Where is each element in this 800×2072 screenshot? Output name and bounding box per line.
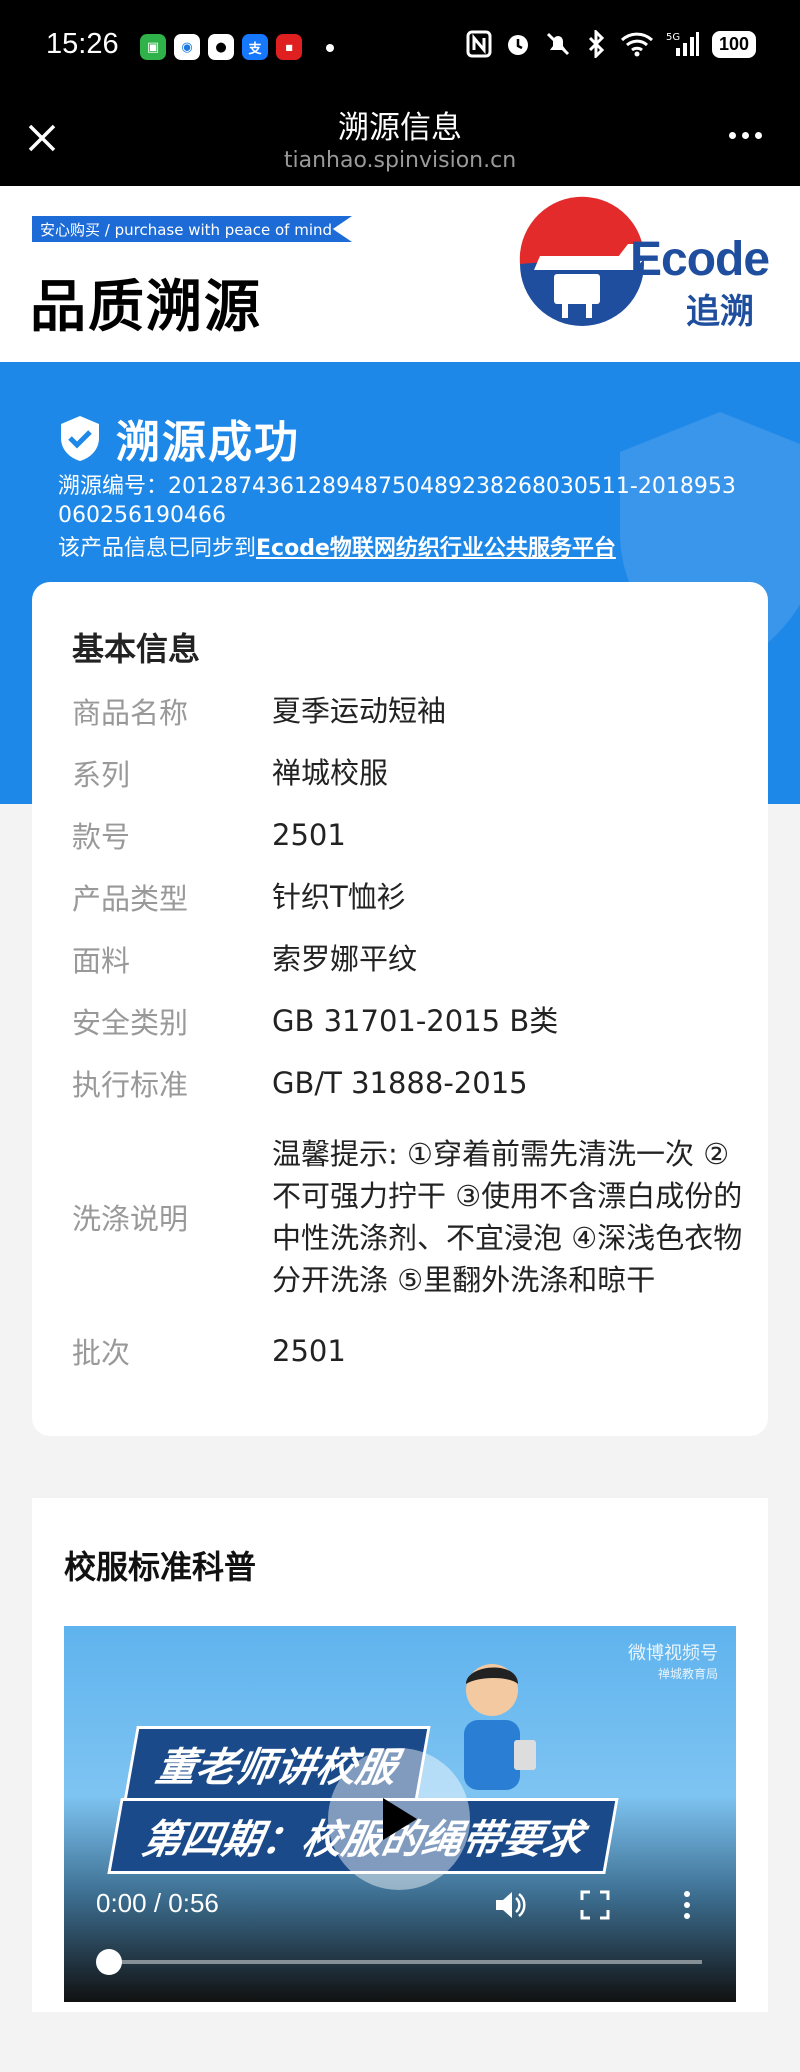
info-value: 夏季运动短袖 xyxy=(272,694,447,728)
video-more-icon[interactable] xyxy=(670,1888,704,1922)
page-url: tianhao.spinvision.cn xyxy=(283,148,517,173)
trace-number: 溯源编号：2012874361289487504892382680305​11-… xyxy=(58,472,748,530)
nfc-icon xyxy=(466,30,492,58)
science-title: 校服标准科普 xyxy=(64,1548,257,1586)
info-value: 2501 xyxy=(272,818,346,852)
play-icon xyxy=(383,1798,417,1840)
info-value: 温馨提示: ①穿着前需先清洗一次 ②不可强力拧干 ③使用不含漂白成份的中性洗涤剂… xyxy=(272,1137,743,1297)
watermark-line: 微博视频号 xyxy=(628,1643,718,1664)
page-title: 溯源信息 xyxy=(338,110,462,146)
sync-notice: 该产品信息已同步到Ecode物联网纺织行业公共服务平台 xyxy=(58,530,616,562)
svg-text:5G: 5G xyxy=(666,32,680,43)
mute-icon xyxy=(546,32,570,56)
status-bar: 15:26 ▣ ◉ ● 支 ■ 5G 100 xyxy=(0,0,800,96)
more-menu-button[interactable] xyxy=(729,132,762,139)
info-label: 安全类别 xyxy=(72,1006,189,1040)
video-watermark: 微博视频号禅城教育局 xyxy=(628,1644,718,1684)
browser-nav-bar: 溯源信息 tianhao.spinvision.cn xyxy=(0,96,800,186)
info-label: 系列 xyxy=(72,758,131,792)
info-label: 面料 xyxy=(72,944,131,978)
alarm-icon xyxy=(507,35,528,55)
ecode-logo: Ecode 追溯 xyxy=(510,186,780,336)
platform-link[interactable]: Ecode物联网纺织行业公共服务平台 xyxy=(256,536,616,561)
brand-title: 品质溯源 xyxy=(30,275,262,340)
trace-number-label: 溯源编号： xyxy=(58,474,169,499)
assurance-ribbon: 安心购买 / purchase with peace of mind xyxy=(32,216,353,242)
info-row: 安全类别 GB 31701-2015 B类 xyxy=(72,990,752,1052)
info-value: GB 31701-2015 B类 xyxy=(272,1004,559,1038)
volume-icon[interactable] xyxy=(492,1888,526,1922)
info-label: 执行标准 xyxy=(72,1068,189,1102)
basic-info-title: 基本信息 xyxy=(72,630,201,668)
wifi-icon xyxy=(620,32,653,57)
play-button[interactable] xyxy=(328,1748,470,1890)
sync-prefix: 该产品信息已同步到 xyxy=(58,536,257,561)
info-value: 禅城校服 xyxy=(272,756,389,790)
signal-icon: 5G xyxy=(666,32,699,56)
qq-icon: ● xyxy=(208,34,234,60)
info-row: 产品类型 针织T恤衫 xyxy=(72,866,752,928)
basic-info-card: 基本信息 商品名称 夏季运动短袖 系列 禅城校服 款号 2501 产品类型 针织T恤衫 … xyxy=(32,582,768,1436)
more-notifications-dot xyxy=(326,44,334,52)
info-row: 款号 2501 xyxy=(72,804,752,866)
info-value: 2501 xyxy=(272,1334,346,1368)
alipay-icon: 支 xyxy=(242,34,268,60)
info-row: 洗涤说明 温馨提示: ①穿着前需先清洗一次 ②不可强力拧干 ③使用不含漂白成份的中… xyxy=(72,1114,752,1320)
info-row: 面料 索罗娜平纹 xyxy=(72,928,752,990)
watermark-line: 禅城教育局 xyxy=(657,1667,718,1681)
info-label: 款号 xyxy=(72,820,131,854)
basic-info-list: 商品名称 夏季运动短袖 系列 禅城校服 款号 2501 产品类型 针织T恤衫 面料 索罗娜… xyxy=(72,680,752,1382)
news-app-icon: ■ xyxy=(276,34,302,60)
system-icons: 5G 100 xyxy=(466,30,756,58)
video-player[interactable]: 微博视频号 禅城教育局 董老师讲校服 第四期：校服的绳带要求 0:00 / 0:5… xyxy=(64,1626,736,2002)
info-row: 商品名称 夏季运动短袖 xyxy=(72,680,752,742)
info-row: 系列 禅城校服 xyxy=(72,742,752,804)
info-value: GB/T 31888-2015 xyxy=(272,1066,528,1100)
app-icon-green: ▣ xyxy=(140,34,166,60)
fullscreen-icon[interactable] xyxy=(578,1888,612,1922)
info-label: 洗涤说明 xyxy=(72,1202,189,1236)
logo-word: Ecode xyxy=(630,233,770,286)
progress-knob[interactable] xyxy=(96,1949,122,1975)
app-icon-blue: ◉ xyxy=(174,34,200,60)
shield-check-icon xyxy=(61,416,99,461)
info-label: 批次 xyxy=(72,1336,131,1370)
logo-subtitle: 追溯 xyxy=(686,292,754,332)
info-label: 商品名称 xyxy=(72,696,189,730)
brand-header: 安心购买 / purchase with peace of mind 品质溯源 … xyxy=(0,186,800,362)
info-row: 执行标准 GB/T 31888-2015 xyxy=(72,1052,752,1114)
bluetooth-icon xyxy=(588,30,605,58)
status-time: 15:26 xyxy=(46,28,119,60)
video-time: 0:00 / 0:56 xyxy=(96,1888,219,1918)
info-row: 批次 2501 xyxy=(72,1320,752,1382)
info-value: 针织T恤衫 xyxy=(272,880,406,914)
battery-indicator: 100 xyxy=(711,30,756,58)
video-progress-bar[interactable] xyxy=(96,1949,702,1975)
trace-status: 溯源成功 xyxy=(116,417,300,468)
uniform-science-card: 校服标准科普 微博视频号 禅城教育局 董老师讲校服 第四期：校服的绳带要求 0:0… xyxy=(32,1498,768,2012)
trace-success-row: 溯源成功 xyxy=(58,406,300,470)
info-label: 产品类型 xyxy=(72,882,189,916)
notification-icons: ▣ ◉ ● 支 ■ xyxy=(140,34,302,60)
info-value: 索罗娜平纹 xyxy=(272,942,418,976)
